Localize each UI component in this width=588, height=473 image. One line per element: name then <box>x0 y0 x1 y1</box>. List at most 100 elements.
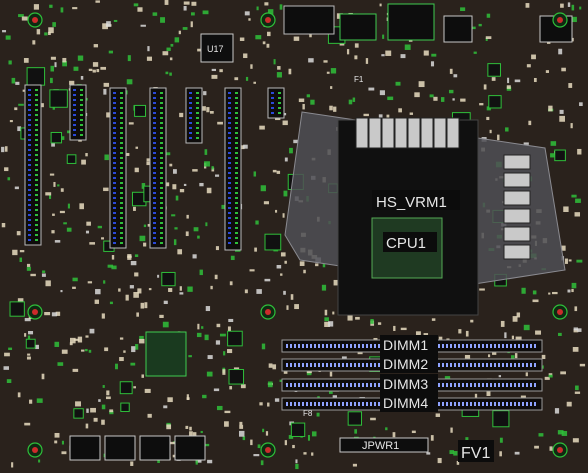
pcie-pin <box>120 182 123 184</box>
smd-pad <box>221 204 225 209</box>
dimm-pin <box>522 363 524 367</box>
dimm-pin <box>374 363 376 367</box>
dimm-pin <box>506 363 508 367</box>
smd-pad <box>44 32 48 36</box>
dimm-pin <box>366 383 368 387</box>
io-connector-top-1 <box>283 5 335 35</box>
smd-pad <box>190 12 195 16</box>
dimm-pin <box>466 383 468 387</box>
small-ic <box>49 89 68 108</box>
smd-pad <box>60 7 64 13</box>
smd-pad <box>72 286 76 289</box>
smd-pad <box>563 206 569 213</box>
dimm-pin <box>526 363 528 367</box>
mounting-hole-center <box>265 17 271 23</box>
smd-pad <box>321 284 327 291</box>
pcie-pin <box>28 214 31 216</box>
dimm-pin <box>454 402 456 406</box>
dimm-pin <box>370 402 372 406</box>
small-ic <box>26 67 46 86</box>
dimm-pin <box>362 402 364 406</box>
smd-pad <box>549 446 553 451</box>
smd-pad <box>104 347 109 352</box>
smd-pad <box>284 260 287 264</box>
dimm-pin <box>474 363 476 367</box>
smd-pad <box>560 371 566 375</box>
pcie-pin <box>35 164 38 166</box>
pcie-pin <box>153 182 156 184</box>
smd-pad <box>75 401 82 407</box>
small-ic <box>9 301 25 317</box>
pcie-pin <box>28 169 31 171</box>
dimm-pin <box>314 402 316 406</box>
dimm-pin <box>326 383 328 387</box>
smd-pad <box>430 435 434 441</box>
smd-pad <box>576 259 583 263</box>
smd-pad <box>51 312 57 317</box>
dimm-pin <box>362 383 364 387</box>
small-ic <box>487 63 501 77</box>
smd-pad <box>183 6 187 11</box>
smd-pad <box>579 6 582 10</box>
smd-pad <box>260 460 264 466</box>
mounting-hole-center <box>557 447 563 453</box>
pcie-pin <box>235 182 238 184</box>
pcie-pin <box>80 124 83 126</box>
small-ic <box>134 104 147 117</box>
dimm-pin <box>338 383 340 387</box>
smd-pad <box>295 459 298 464</box>
pcie-pin <box>35 169 38 171</box>
pcie-pin <box>160 137 163 139</box>
label-dimm4: DIMM4 <box>383 395 428 411</box>
smd-pad <box>230 255 235 261</box>
mounting-hole-center <box>557 309 563 315</box>
dimm-pin <box>490 383 492 387</box>
pcie-pin <box>120 172 123 174</box>
pcie-slot <box>149 87 167 249</box>
pcie-pin <box>228 157 231 159</box>
smd-pad <box>409 112 414 115</box>
smd-pad <box>45 192 52 196</box>
smd-pad <box>28 330 34 335</box>
smd-pad <box>541 354 546 360</box>
smd-pad <box>118 288 121 292</box>
smd-pad <box>211 166 214 170</box>
smd-pad <box>123 350 126 353</box>
pcie-pin <box>235 152 238 154</box>
dimm-pin <box>462 363 464 367</box>
pcie-pin <box>235 92 238 94</box>
pcie-pin <box>160 182 163 184</box>
pcie-pin <box>228 137 231 139</box>
dimm-pin <box>310 402 312 406</box>
smd-pad <box>330 86 333 89</box>
smd-pad <box>14 186 19 190</box>
pcie-pin <box>235 197 238 199</box>
smd-pad <box>33 4 39 10</box>
pcie-pin <box>196 97 199 99</box>
smd-pad <box>96 69 100 73</box>
smd-pad <box>573 327 578 331</box>
smd-pad <box>127 254 132 260</box>
smd-pad <box>130 362 136 366</box>
smd-pad <box>16 231 21 236</box>
pcie-pin <box>160 212 163 214</box>
dimm-pin <box>526 402 528 406</box>
dimm-pin <box>474 344 476 348</box>
smd-pad <box>69 342 73 346</box>
pcie-pin <box>73 109 76 111</box>
smd-pad <box>242 436 246 441</box>
vrm-choke <box>420 117 434 149</box>
pcie-pin <box>28 149 31 151</box>
dimm-pin <box>322 344 324 348</box>
smd-pad <box>189 426 192 431</box>
pcie-pin <box>73 129 76 131</box>
pcie-pin <box>120 202 123 204</box>
dimm-pin <box>502 383 504 387</box>
pcie-pin <box>120 92 123 94</box>
vrm-choke <box>381 117 395 149</box>
smd-pad <box>512 316 518 322</box>
smd-pad <box>179 286 182 291</box>
dimm-pin <box>362 344 364 348</box>
smd-pad <box>26 356 31 360</box>
smd-pad <box>103 187 109 192</box>
